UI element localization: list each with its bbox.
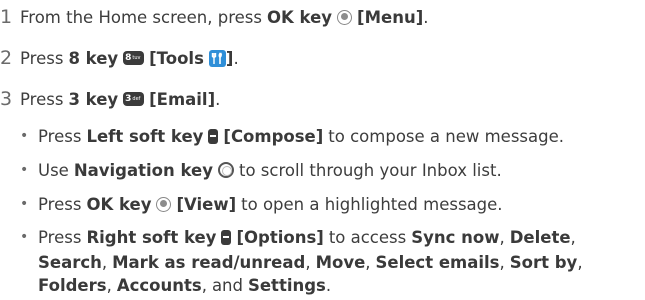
bullet-dot: • bbox=[20, 162, 29, 178]
option-search: Search bbox=[38, 252, 102, 272]
step-end: . bbox=[233, 48, 239, 68]
separator: , bbox=[365, 252, 371, 272]
bullet-text: Press bbox=[38, 227, 82, 247]
option-folders: Folders bbox=[38, 275, 107, 295]
separator: , bbox=[305, 252, 311, 272]
key-letters: def bbox=[132, 96, 141, 102]
3-key-icon: 3def bbox=[123, 92, 145, 106]
option-accounts: Accounts bbox=[116, 275, 202, 295]
separator: , bbox=[577, 252, 583, 272]
8-key-icon: 8tuv bbox=[123, 51, 145, 65]
tools-label: [Tools bbox=[149, 48, 204, 68]
option-move: Move bbox=[315, 252, 366, 272]
bullet-text-after: to scroll through your Inbox list. bbox=[238, 160, 502, 180]
ok-key-icon bbox=[156, 196, 172, 212]
email-label: [Email] bbox=[149, 89, 216, 109]
key-label: OK key bbox=[86, 194, 152, 214]
bullet-navigation: • Use Navigation key to scroll through y… bbox=[20, 155, 502, 185]
option-delete: Delete bbox=[509, 227, 571, 247]
key-digit: 3 bbox=[125, 94, 132, 104]
instruction-document: 1 From the Home screen, press OK key [Me… bbox=[0, 0, 645, 296]
key-digit: 8 bbox=[125, 53, 132, 63]
bullet-text-after: to compose a new message. bbox=[328, 126, 565, 146]
option-sort-by: Sort by bbox=[509, 252, 578, 272]
key-letters: tuv bbox=[132, 55, 141, 61]
tools-icon bbox=[208, 49, 226, 67]
key-label: 3 key bbox=[68, 89, 119, 109]
bullet-compose: • Press Left soft key [Compose] to compo… bbox=[20, 121, 564, 151]
bullet-text: Press bbox=[38, 194, 82, 214]
bullet-text: Press bbox=[38, 126, 82, 146]
bullet-view: • Press OK key [View] to open a highligh… bbox=[20, 189, 503, 219]
bullet-text-after: to open a highlighted message. bbox=[241, 194, 503, 214]
compose-label: [Compose] bbox=[223, 126, 324, 146]
key-label: Left soft key bbox=[86, 126, 204, 146]
step-number: 3 bbox=[0, 88, 13, 110]
and-word: and bbox=[211, 275, 243, 295]
step-1: 1 From the Home screen, press OK key [Me… bbox=[0, 2, 428, 32]
option-select-emails: Select emails bbox=[375, 252, 500, 272]
tools-label-close: ] bbox=[225, 48, 234, 68]
bullet-dot: • bbox=[20, 128, 29, 144]
separator: , bbox=[101, 252, 108, 272]
step-number: 2 bbox=[0, 47, 13, 69]
step-number: 1 bbox=[0, 6, 13, 28]
separator: , bbox=[570, 227, 576, 247]
bullet-text: Use bbox=[38, 160, 69, 180]
option-settings: Settings bbox=[247, 275, 326, 295]
step-end: . bbox=[423, 7, 429, 27]
key-label: Right soft key bbox=[86, 227, 217, 247]
ok-key-icon bbox=[337, 9, 353, 25]
step-text: Press bbox=[20, 48, 64, 68]
step-end: . bbox=[215, 89, 221, 109]
right-soft-key-icon bbox=[221, 229, 232, 245]
key-label: OK key bbox=[267, 7, 333, 27]
view-label: [View] bbox=[176, 194, 237, 214]
menu-label: [Menu] bbox=[357, 7, 424, 27]
left-soft-key-icon bbox=[208, 128, 219, 144]
separator: , bbox=[201, 275, 207, 295]
option-mark-as-read: Mark as read/unread bbox=[112, 252, 306, 272]
key-label: 8 key bbox=[68, 48, 119, 68]
separator: , bbox=[106, 275, 112, 295]
option-sync-now: Sync now bbox=[411, 227, 500, 247]
step-text: Press bbox=[20, 89, 64, 109]
step-3: 3 Press 3 key 3def [Email] . bbox=[0, 84, 220, 114]
bullet-dot: • bbox=[20, 196, 29, 212]
bullet-dot: • bbox=[20, 229, 29, 245]
separator: , bbox=[499, 227, 505, 247]
navigation-key-icon bbox=[217, 162, 234, 178]
options-label: [Options] bbox=[236, 227, 324, 247]
step-text: From the Home screen, press bbox=[20, 7, 262, 27]
key-label: Navigation key bbox=[73, 160, 213, 180]
separator: , bbox=[499, 252, 505, 272]
bullet-text-after: to access bbox=[328, 227, 407, 247]
step-2: 2 Press 8 key 8tuv [Tools ] . bbox=[0, 43, 239, 73]
step-end: . bbox=[325, 275, 332, 295]
